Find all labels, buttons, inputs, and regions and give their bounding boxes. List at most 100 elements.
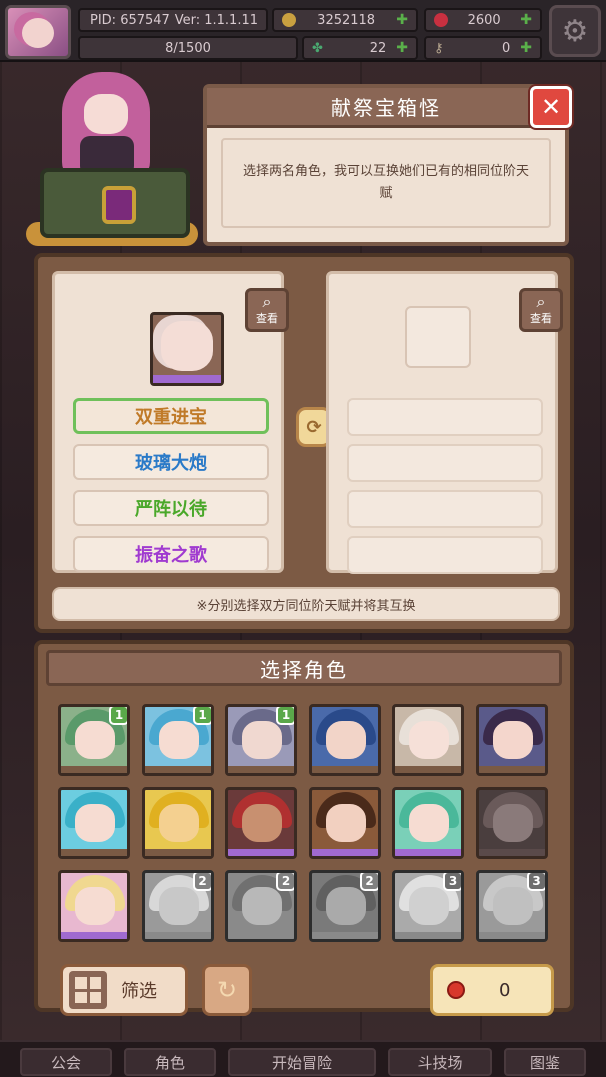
character-card-c17[interactable]: 3	[392, 870, 464, 942]
character-rarity-bar	[144, 849, 211, 856]
empty-talent-slot	[347, 536, 543, 574]
talent-level-badge: 2	[192, 873, 211, 891]
character-card-c14[interactable]: 2	[141, 870, 214, 942]
refresh-icon: ↻	[216, 976, 238, 1004]
character-rarity-bar	[144, 766, 211, 773]
add-clover-icon[interactable]: ✚	[396, 40, 408, 56]
character-card-c12[interactable]	[475, 787, 548, 859]
character-card-c2[interactable]: 1	[141, 704, 214, 776]
left-character-rarity-bar	[153, 375, 221, 383]
character-card-c6[interactable]	[475, 704, 548, 776]
add-gold-icon[interactable]: ✚	[396, 12, 408, 28]
character-face	[242, 887, 282, 925]
select-title: 选择角色	[46, 650, 562, 686]
left-view-button[interactable]: ⌕ 查看	[245, 288, 289, 332]
character-rarity-bar	[311, 766, 378, 773]
character-face	[75, 804, 115, 842]
character-card-c16[interactable]: 2	[308, 870, 381, 942]
bottom-nav: 公会 角色 开始冒险 斗技场 图鉴	[0, 1040, 606, 1077]
add-key-icon[interactable]: ✚	[520, 40, 532, 56]
nav-arena[interactable]: 斗技场	[388, 1048, 492, 1076]
nav-start-adventure[interactable]: 开始冒险	[228, 1048, 376, 1076]
gold-counter: 3252118 ✚	[272, 8, 418, 32]
player-avatar[interactable]	[5, 5, 71, 59]
character-face	[75, 887, 115, 925]
reset-button[interactable]: ↻	[202, 964, 252, 1016]
gem-value: 2600	[467, 12, 501, 28]
confirm-swap-button[interactable]: 0	[430, 964, 554, 1016]
nav-label: 角色	[154, 1053, 185, 1072]
left-character-portrait[interactable]	[150, 312, 224, 386]
chest-gem	[102, 186, 136, 224]
talent-option[interactable]: 振奋之歌	[73, 536, 269, 572]
close-icon: ✕	[540, 93, 562, 121]
gold-value: 3252118	[317, 12, 376, 28]
key-value: 0	[501, 40, 511, 56]
character-card-c11[interactable]	[392, 787, 464, 859]
filter-label: 筛选	[121, 981, 157, 1002]
cost-value: 0	[499, 979, 511, 1001]
dialog-description: 选择两名角色，我可以互换她们已有的相同位阶天赋	[221, 138, 551, 228]
character-rarity-bar	[478, 849, 545, 856]
ruby-gem-icon	[447, 981, 465, 999]
talent-swap-panel: ⌕ 查看 双重进宝 玻璃大炮 严阵以待 振奋之歌 ⟳ ⌕ 查看 ※分别选择双方同…	[34, 253, 574, 633]
settings-gear-icon[interactable]: ⚙	[549, 5, 601, 57]
character-card-c10[interactable]	[308, 787, 381, 859]
character-card-c3[interactable]: 1	[225, 704, 297, 776]
character-card-c18[interactable]: 3	[475, 870, 548, 942]
talent-level-badge: 3	[443, 873, 461, 891]
character-rarity-bar	[478, 766, 545, 773]
talent-level-badge: 3	[526, 873, 545, 891]
empty-talent-slot	[347, 490, 543, 528]
character-card-c13[interactable]	[58, 870, 130, 942]
grid-filter-icon	[69, 971, 107, 1009]
character-card-c1[interactable]: 1	[58, 704, 130, 776]
character-rarity-bar	[311, 932, 378, 939]
character-rarity-bar	[228, 849, 294, 856]
nav-codex[interactable]: 图鉴	[504, 1048, 586, 1076]
character-card-c4[interactable]	[308, 704, 381, 776]
version-text: Ver: 1.1.1.11	[174, 12, 258, 28]
mimic-chest-illustration	[10, 72, 206, 246]
nav-label: 公会	[50, 1053, 81, 1072]
character-card-c15[interactable]: 2	[225, 870, 297, 942]
character-card-c9[interactable]	[225, 787, 297, 859]
talent-option[interactable]: 玻璃大炮	[73, 444, 269, 480]
exp-bar: 8/1500	[78, 36, 298, 60]
talent-option[interactable]: 双重进宝	[73, 398, 269, 434]
left-character-card: ⌕ 查看 双重进宝 玻璃大炮 严阵以待 振奋之歌	[52, 271, 289, 573]
nav-guild[interactable]: 公会	[20, 1048, 112, 1076]
gem-counter: 2600 ✚	[424, 8, 542, 32]
character-rarity-bar	[61, 932, 127, 939]
left-view-label: 查看	[256, 312, 278, 325]
exp-text: 8/1500	[165, 40, 211, 56]
filter-button[interactable]: 筛选	[60, 964, 188, 1016]
talent-level-badge: 2	[359, 873, 378, 891]
character-face	[409, 887, 449, 925]
empty-talent-slot	[347, 444, 543, 482]
character-card-c7[interactable]	[58, 787, 130, 859]
character-card-c8[interactable]	[141, 787, 214, 859]
character-face	[325, 721, 366, 759]
talent-level-badge: 1	[276, 707, 294, 725]
talent-name: 玻璃大炮	[135, 453, 207, 474]
talent-option[interactable]: 严阵以待	[73, 490, 269, 526]
character-face	[325, 804, 366, 842]
nav-characters[interactable]: 角色	[124, 1048, 216, 1076]
character-rarity-bar	[228, 766, 294, 773]
talent-level-badge: 2	[276, 873, 294, 891]
character-face	[158, 804, 199, 842]
right-view-button[interactable]: ⌕ 查看	[519, 288, 563, 332]
character-card-c5[interactable]	[392, 704, 464, 776]
right-character-slot[interactable]	[405, 306, 471, 368]
character-rarity-bar	[228, 932, 294, 939]
talent-name: 严阵以待	[135, 499, 207, 520]
gold-coin-icon	[282, 13, 296, 27]
character-rarity-bar	[144, 932, 211, 939]
character-rarity-bar	[395, 932, 461, 939]
close-button[interactable]: ✕	[530, 86, 572, 128]
nav-label: 图鉴	[529, 1053, 560, 1072]
key-icon: ⚷	[434, 40, 444, 56]
right-character-card: ⌕ 查看	[326, 271, 563, 574]
add-gem-icon[interactable]: ✚	[520, 12, 532, 28]
